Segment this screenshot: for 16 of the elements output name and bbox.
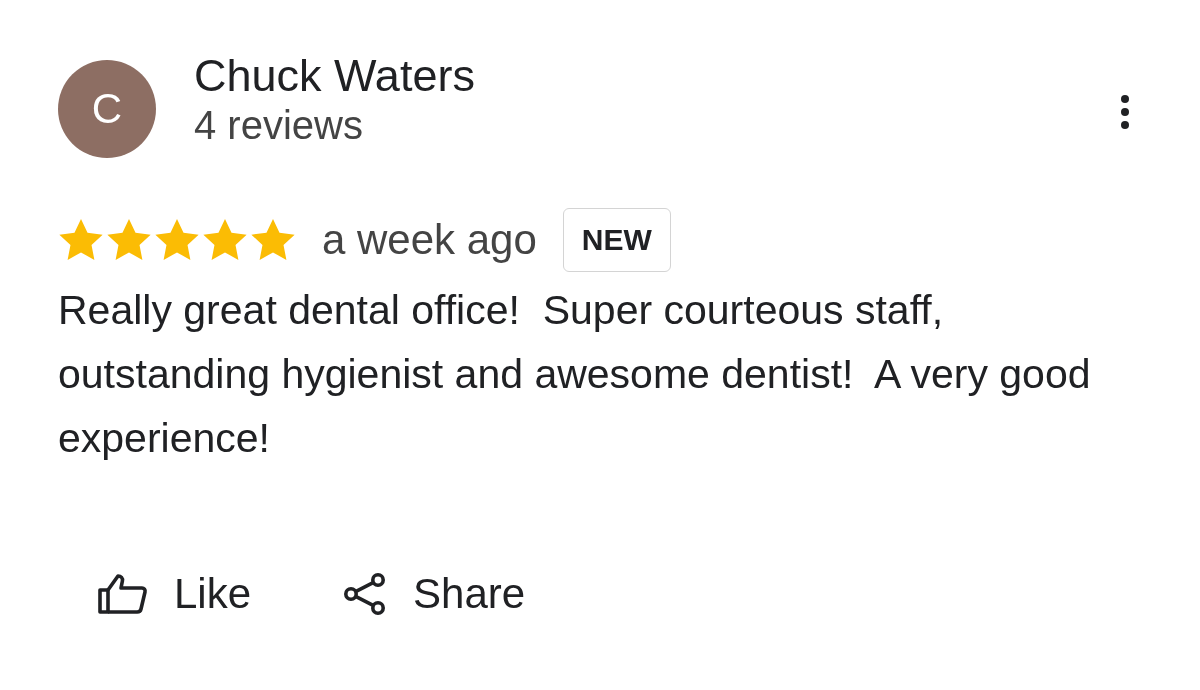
share-icon: [343, 572, 388, 616]
thumbs-up-icon: [98, 574, 148, 614]
star-icon: [250, 218, 296, 262]
review-time: a week ago: [322, 216, 537, 264]
star-icon: [58, 218, 104, 262]
new-badge: NEW: [562, 208, 671, 272]
avatar: C: [58, 60, 156, 158]
review-count: 4 reviews: [194, 102, 364, 148]
star-icon: [154, 218, 200, 262]
star-icon: [202, 218, 248, 262]
share-button[interactable]: Share: [343, 570, 526, 618]
like-button[interactable]: Like: [98, 570, 252, 618]
more-icon[interactable]: [1120, 94, 1130, 130]
reviewer-name: Chuck Waters: [194, 50, 475, 102]
review-text: Really great dental office! Super courteous staff, outstanding hygienist and awesome dentist! A very good experience!: [58, 286, 1092, 463]
star-icon: [106, 218, 152, 262]
